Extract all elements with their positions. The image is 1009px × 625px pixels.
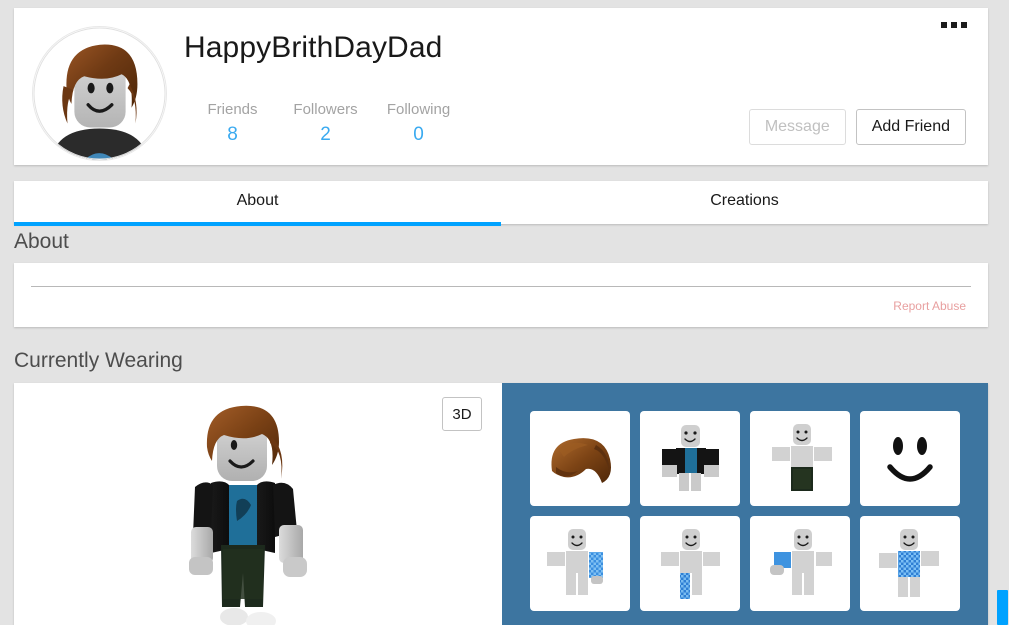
stat-friends-label: Friends — [186, 100, 279, 120]
dot-3 — [961, 22, 967, 28]
vertical-scrollbar[interactable] — [995, 0, 1009, 625]
profile-header-card: HappyBrithDayDad Friends 8 Followers 2 F… — [14, 8, 988, 165]
stat-friends[interactable]: Friends 8 — [186, 100, 279, 148]
vertical-scrollbar-thumb[interactable] — [997, 590, 1008, 625]
stat-following[interactable]: Following 0 — [372, 100, 465, 148]
stat-friends-value: 8 — [186, 122, 279, 148]
item-card-brown-hair[interactable] — [530, 411, 630, 506]
profile-action-buttons: Message Add Friend — [749, 109, 966, 145]
report-abuse-link[interactable]: Report Abuse — [893, 299, 966, 313]
add-friend-button[interactable]: Add Friend — [856, 109, 966, 145]
about-section-heading: About — [14, 230, 69, 254]
about-divider — [31, 286, 971, 287]
currently-wearing-items-grid — [530, 411, 988, 611]
profile-stats: Friends 8 Followers 2 Following 0 — [186, 100, 465, 148]
avatar[interactable] — [32, 26, 167, 161]
currently-wearing-heading: Currently Wearing — [14, 349, 183, 373]
avatar-full-body — [133, 389, 383, 625]
profile-display-name: HappyBrithDayDad — [184, 31, 442, 65]
avatar-viewport[interactable]: 3D — [14, 383, 502, 625]
item-card-smile-face[interactable] — [860, 411, 960, 506]
stat-following-label: Following — [372, 100, 465, 120]
item-card-dark-pants[interactable] — [750, 411, 850, 506]
item-card-black-jacket-blue-tee[interactable] — [640, 411, 740, 506]
dot-2 — [951, 22, 957, 28]
stat-following-value: 0 — [372, 122, 465, 148]
stat-followers-label: Followers — [279, 100, 372, 120]
item-card-blue-left-arm[interactable] — [750, 516, 850, 611]
message-button[interactable]: Message — [749, 109, 846, 145]
tab-about[interactable]: About — [14, 181, 501, 224]
stat-followers[interactable]: Followers 2 — [279, 100, 372, 148]
item-card-blue-checker-left-leg[interactable] — [640, 516, 740, 611]
dot-1 — [941, 22, 947, 28]
three-dots-icon[interactable] — [939, 20, 969, 30]
item-card-blue-checker-right-arm[interactable] — [530, 516, 630, 611]
currently-wearing-card: 3D — [14, 383, 988, 625]
stat-followers-value: 2 — [279, 122, 372, 148]
tab-creations[interactable]: Creations — [501, 181, 988, 224]
item-card-blue-checker-torso[interactable] — [860, 516, 960, 611]
about-card: Report Abuse — [14, 263, 988, 327]
profile-tabs: About Creations — [14, 181, 988, 224]
view-3d-button[interactable]: 3D — [442, 397, 482, 431]
currently-wearing-items-panel — [502, 383, 988, 625]
